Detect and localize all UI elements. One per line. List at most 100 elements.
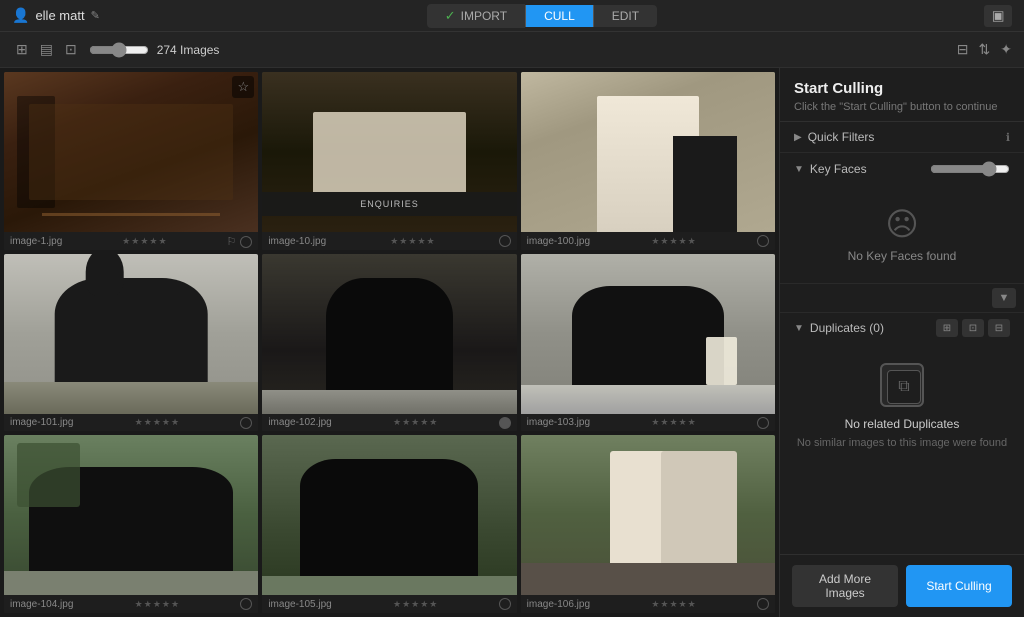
select-circle[interactable]: [757, 598, 769, 610]
no-faces-text: No Key Faces found: [848, 249, 957, 263]
add-more-images-button[interactable]: Add More Images: [792, 565, 898, 607]
image-thumbnail: ☆: [4, 72, 258, 232]
image-footer: image-103.jpg ★ ★ ★ ★ ★: [521, 414, 775, 432]
quick-filters-header[interactable]: ▶ Quick Filters ℹ: [780, 122, 1024, 152]
key-faces-section: ▼ Key Faces ☹ No Key Faces found: [780, 153, 1024, 284]
star-rating: ★ ★ ★ ★ ★: [122, 236, 166, 247]
image-name: image-104.jpg: [10, 599, 73, 610]
star-rating: ★ ★ ★ ★ ★: [393, 417, 437, 428]
image-actions: [757, 235, 769, 247]
select-circle[interactable]: [757, 417, 769, 429]
image-thumbnail: [262, 254, 516, 414]
select-circle[interactable]: [757, 235, 769, 247]
select-circle[interactable]: [499, 235, 511, 247]
image-cell[interactable]: image-100.jpg ★ ★ ★ ★ ★: [521, 72, 775, 250]
image-actions: [240, 417, 252, 429]
key-faces-slider[interactable]: [930, 161, 1010, 177]
start-culling-button[interactable]: Start Culling: [906, 565, 1012, 607]
key-faces-content: ☹ No Key Faces found: [780, 185, 1024, 283]
duplicates-section-header: ▼ Duplicates (0) ⊞ ⊡ ⊟: [780, 313, 1024, 343]
image-cell[interactable]: image-101.jpg ★ ★ ★ ★ ★: [4, 254, 258, 432]
edit-name-icon[interactable]: ✎: [91, 9, 100, 22]
no-faces-icon: ☹: [885, 205, 918, 243]
image-cell[interactable]: image-106.jpg ★ ★ ★ ★ ★: [521, 435, 775, 613]
image-footer: image-102.jpg ★ ★ ★ ★ ★: [262, 414, 516, 432]
image-name: image-103.jpg: [527, 417, 590, 428]
no-duplicates-subtitle: No similar images to this image were fou…: [797, 437, 1007, 449]
image-actions: [240, 598, 252, 610]
image-thumbnail: [521, 435, 775, 595]
bottom-action-buttons: Add More Images Start Culling: [780, 554, 1024, 617]
image-actions: [757, 598, 769, 610]
star-rating: ★ ★ ★ ★ ★: [135, 417, 179, 428]
no-duplicates-icon: ⧉: [880, 363, 924, 407]
panel-subtitle: Click the "Start Culling" button to cont…: [794, 101, 1010, 113]
select-circle[interactable]: [240, 236, 252, 248]
duplicates-content: ⧉ No related Duplicates No similar image…: [780, 343, 1024, 554]
quick-filters-label: Quick Filters: [808, 130, 1000, 144]
star-rating: ★ ★ ★ ★ ★: [651, 236, 695, 247]
key-faces-slider-area: [930, 161, 1010, 177]
expand-arrow-button[interactable]: ▼: [992, 288, 1016, 308]
image-cell[interactable]: image-103.jpg ★ ★ ★ ★ ★: [521, 254, 775, 432]
toolbar-left: ⊞ ▤ ⊡ 274 Images: [12, 39, 949, 60]
tab-group: ✓ IMPORT CULL EDIT: [427, 4, 657, 28]
flag-icon: ⚐: [226, 235, 236, 248]
toolbar-right: ⊟ ⇅ ✦: [957, 41, 1012, 58]
star-rating: ★ ★ ★ ★ ★: [135, 599, 179, 610]
image-actions: [499, 598, 511, 610]
key-faces-header[interactable]: ▼ Key Faces: [780, 153, 1024, 185]
image-footer: image-101.jpg ★ ★ ★ ★ ★: [4, 414, 258, 432]
image-footer: image-105.jpg ★ ★ ★ ★ ★: [262, 595, 516, 613]
panel-title: Start Culling: [794, 80, 1010, 97]
image-footer: image-1.jpg ★ ★ ★ ★ ★ ⚐: [4, 232, 258, 250]
detail-view-button[interactable]: ⊡: [61, 39, 81, 60]
image-grid: ☆ image-1.jpg ★ ★ ★ ★ ★ ⚐: [0, 68, 779, 617]
toolbar: ⊞ ▤ ⊡ 274 Images ⊟ ⇅ ✦: [0, 32, 1024, 68]
image-actions: [499, 417, 511, 429]
select-circle[interactable]: [499, 417, 511, 429]
tab-cull-button[interactable]: CULL: [526, 5, 593, 27]
image-thumbnail: ENQUIRIES: [262, 72, 516, 232]
image-thumbnail: [262, 435, 516, 595]
select-circle[interactable]: [240, 417, 252, 429]
image-footer: image-106.jpg ★ ★ ★ ★ ★: [521, 595, 775, 613]
zoom-slider-area: [89, 42, 149, 58]
more-options-button[interactable]: ✦: [1000, 41, 1012, 58]
list-view-button[interactable]: ▤: [36, 39, 57, 60]
image-thumbnail: [521, 72, 775, 232]
tab-import-button[interactable]: ✓ IMPORT: [427, 4, 525, 28]
sort-button[interactable]: ⇅: [979, 41, 991, 58]
image-name: image-101.jpg: [10, 417, 73, 428]
top-bar: 👤 elle matt ✎ ✓ IMPORT CULL EDIT ▣: [0, 0, 1024, 32]
image-cell[interactable]: ☆ image-1.jpg ★ ★ ★ ★ ★ ⚐: [4, 72, 258, 250]
image-name: image-105.jpg: [268, 599, 331, 610]
panel-toggle-button[interactable]: ▣: [984, 5, 1012, 27]
duplicates-view-icons: ⊞ ⊡ ⊟: [936, 319, 1010, 337]
grid-view-button[interactable]: ⊞: [12, 39, 32, 60]
favorite-button[interactable]: ☆: [232, 76, 254, 98]
image-cell[interactable]: ENQUIRIES image-10.jpg ★ ★ ★ ★ ★: [262, 72, 516, 250]
quick-filters-section: ▶ Quick Filters ℹ: [780, 122, 1024, 153]
image-footer: image-100.jpg ★ ★ ★ ★ ★: [521, 232, 775, 250]
panel-arrow-divider: ▼: [780, 284, 1024, 313]
tab-edit-button[interactable]: EDIT: [594, 5, 657, 27]
image-cell[interactable]: image-102.jpg ★ ★ ★ ★ ★: [262, 254, 516, 432]
image-name: image-1.jpg: [10, 236, 62, 247]
user-name: elle matt: [35, 8, 84, 23]
panel-controls: ▣: [984, 5, 1012, 27]
select-circle[interactable]: [240, 598, 252, 610]
image-actions: [757, 417, 769, 429]
image-cell[interactable]: image-104.jpg ★ ★ ★ ★ ★: [4, 435, 258, 613]
image-name: image-102.jpg: [268, 417, 331, 428]
dup-list-view-button[interactable]: ⊡: [962, 319, 984, 337]
dup-grid-view-button[interactable]: ⊞: [936, 319, 958, 337]
chevron-down-icon: ▼: [794, 164, 804, 175]
image-cell[interactable]: image-105.jpg ★ ★ ★ ★ ★: [262, 435, 516, 613]
filter-button[interactable]: ⊟: [957, 41, 969, 58]
zoom-slider[interactable]: [89, 42, 149, 58]
dup-compare-view-button[interactable]: ⊟: [988, 319, 1010, 337]
image-actions: [499, 235, 511, 247]
panel-header: Start Culling Click the "Start Culling" …: [780, 68, 1024, 122]
select-circle[interactable]: [499, 598, 511, 610]
